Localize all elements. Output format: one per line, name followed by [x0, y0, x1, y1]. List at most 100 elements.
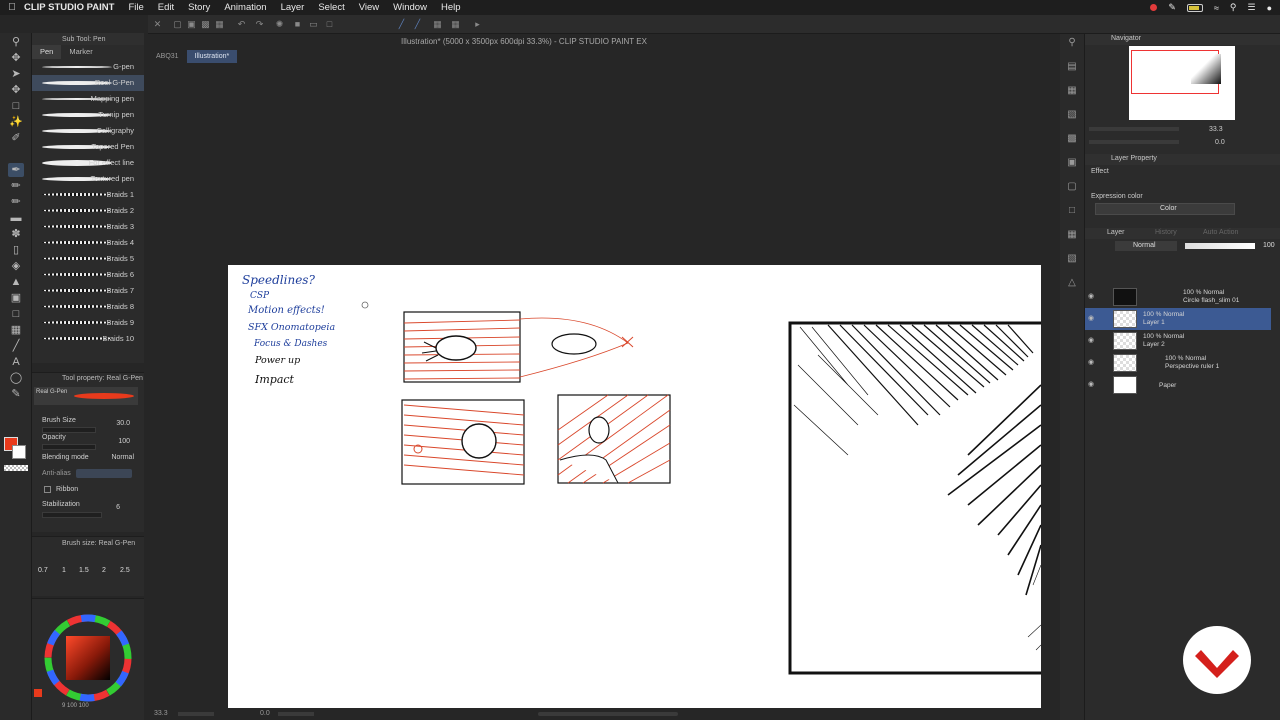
brush-size-preset[interactable]: 2 [102, 567, 106, 574]
layer-row[interactable]: ◉ Paper [1085, 374, 1271, 396]
tab-illustration[interactable]: Illustration* [186, 50, 238, 63]
tab-pen[interactable]: Pen [32, 45, 62, 59]
frame-icon[interactable]: □ [1065, 204, 1079, 218]
fill-tool-icon[interactable]: ▲ [8, 275, 24, 289]
navigator-angle[interactable]: 0.0 [1215, 139, 1225, 146]
close-icon[interactable]: ✕ [152, 19, 163, 30]
redo-icon[interactable]: ↷ [254, 19, 265, 30]
stabilization-value[interactable]: 6 [116, 504, 120, 511]
auto-select-icon[interactable]: ✨ [8, 115, 24, 129]
battery-icon[interactable] [1186, 3, 1203, 12]
grid-icon[interactable]: ▦ [450, 19, 461, 30]
gallery-icon[interactable]: ▣ [1065, 156, 1079, 170]
brush-size-preset[interactable]: 0.7 [38, 567, 48, 574]
clear-icon[interactable]: ✺ [274, 19, 285, 30]
brush-item[interactable]: Braids 3 [32, 219, 144, 235]
visibility-eye-icon[interactable]: ◉ [1088, 314, 1094, 322]
brush-item[interactable]: Calligraphy [32, 123, 144, 139]
brush-item[interactable]: Braids 8 [32, 299, 144, 315]
folder-icon[interactable]: ▧ [1065, 108, 1079, 122]
operation-icon[interactable]: ➤ [8, 67, 24, 81]
menu-view[interactable]: View [359, 2, 379, 13]
more-icon[interactable]: ▸ [472, 19, 483, 30]
visibility-eye-icon[interactable]: ◉ [1088, 336, 1094, 344]
transform-icon[interactable]: ▭ [308, 19, 319, 30]
stabilization-slider[interactable] [42, 512, 102, 518]
frame-border-icon[interactable]: ▦ [8, 323, 24, 337]
brush-item[interactable]: Tapered Pen [32, 139, 144, 155]
menu-help[interactable]: Help [441, 2, 461, 13]
save-icon[interactable]: ▩ [200, 19, 211, 30]
layer-opacity-slider[interactable] [1185, 243, 1255, 249]
brush-size-preset[interactable]: 1.5 [79, 567, 89, 574]
balloon-icon[interactable]: ◯ [8, 371, 24, 385]
color-history-icon[interactable]: ▩ [1065, 132, 1079, 146]
record-icon[interactable] [1150, 4, 1158, 11]
transparent-swatch[interactable] [4, 465, 28, 471]
search-icon[interactable]: ⚲ [1230, 2, 1237, 13]
decoration-icon[interactable]: ✽ [8, 227, 24, 241]
brush-item[interactable]: Braids 4 [32, 235, 144, 251]
visibility-eye-icon[interactable]: ◉ [1088, 380, 1094, 388]
tab-marker[interactable]: Marker [61, 45, 100, 59]
text-icon[interactable]: A [8, 355, 24, 369]
layer-row[interactable]: ◉ 100 % Normal Perspective ruler 1 [1085, 352, 1271, 374]
eraser-icon[interactable]: ▯ [8, 243, 24, 257]
visibility-eye-icon[interactable]: ◉ [1088, 358, 1094, 366]
brush-size-slider[interactable] [42, 427, 96, 433]
pen-icon[interactable]: ✒ [8, 163, 24, 177]
ruler-icon[interactable]: ╱ [8, 339, 24, 353]
brush-item-selected[interactable]: Real G-Pen [32, 75, 144, 91]
pen-status-icon[interactable]: ✎ [1168, 2, 1176, 13]
menu-window[interactable]: Window [393, 2, 427, 13]
anti-alias-selector[interactable] [76, 469, 132, 478]
layer-row[interactable]: ◉ 100 % Normal Layer 2 [1085, 330, 1271, 352]
new-file-icon[interactable]: ▢ [172, 19, 183, 30]
app-menu[interactable]: CLIP STUDIO PAINT [24, 2, 114, 13]
zoom-slider[interactable] [178, 712, 214, 716]
wifi-icon[interactable]: ≈ [1214, 3, 1219, 13]
menu-file[interactable]: File [128, 2, 143, 13]
brush-item[interactable]: Braids 10 [32, 331, 144, 347]
fill-icon[interactable]: ■ [292, 19, 303, 30]
brush-item[interactable]: For effect line [32, 155, 144, 171]
tab-auto-action[interactable]: Auto Action [1203, 229, 1238, 236]
eyedropper-icon[interactable]: ✐ [8, 131, 24, 145]
3d-icon[interactable]: △ [1065, 276, 1079, 290]
snap-special-ruler-icon[interactable]: ╱ [412, 19, 423, 30]
navigator-icon[interactable]: ⚲ [1065, 36, 1079, 50]
brush-item[interactable]: Textured pen [32, 171, 144, 187]
pencil-icon[interactable]: ✏ [8, 179, 24, 193]
apple-icon[interactable]:  [0, 2, 24, 13]
snap-grid-icon[interactable]: ▦ [432, 19, 443, 30]
save-as-icon[interactable]: ▦ [214, 19, 225, 30]
brush-item[interactable]: Mapping pen [32, 91, 144, 107]
figure-icon[interactable]: □ [8, 307, 24, 321]
zoom-readout[interactable]: 33.3 [154, 710, 168, 717]
deselect-icon[interactable]: □ [324, 19, 335, 30]
brush-size-preset[interactable]: 1 [62, 567, 66, 574]
layer-icon[interactable]: ▤ [1065, 60, 1079, 74]
opacity-value[interactable]: 100 [118, 438, 130, 445]
layer-opacity-value[interactable]: 100 [1263, 242, 1275, 249]
navigator-zoom-slider[interactable] [1089, 127, 1179, 131]
blending-mode-select[interactable]: Normal [111, 454, 134, 461]
saturation-square[interactable] [66, 636, 110, 680]
angle-slider[interactable] [278, 712, 314, 716]
undo-icon[interactable]: ↶ [236, 19, 247, 30]
navigator-zoom[interactable]: 33.3 [1209, 126, 1223, 133]
image-icon[interactable]: ▢ [1065, 180, 1079, 194]
horizontal-scrollbar[interactable] [538, 712, 678, 716]
control-center-icon[interactable]: ☰ [1247, 2, 1255, 13]
current-color-chip[interactable] [34, 689, 42, 697]
color-wheel[interactable] [32, 603, 144, 713]
open-icon[interactable]: ▣ [186, 19, 197, 30]
brush-item[interactable]: Braids 5 [32, 251, 144, 267]
menu-animation[interactable]: Animation [224, 2, 266, 13]
menu-layer[interactable]: Layer [281, 2, 305, 13]
menu-select[interactable]: Select [318, 2, 344, 13]
pattern-icon[interactable]: ▧ [1065, 252, 1079, 266]
opacity-slider[interactable] [42, 444, 96, 450]
tab-abq31[interactable]: ABQ31 [148, 50, 187, 63]
blend-mode-select[interactable]: Normal [1115, 241, 1177, 251]
